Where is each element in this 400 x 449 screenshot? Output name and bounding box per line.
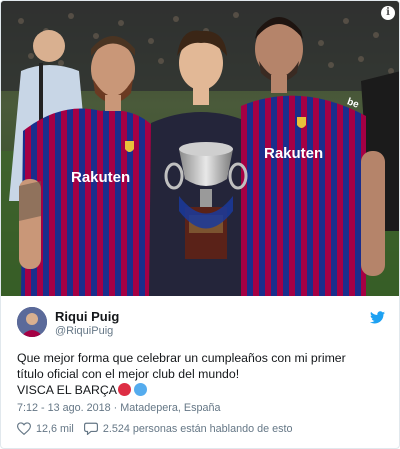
tweet-text: Que mejor forma que celebrar un cumpleañ… <box>17 350 389 398</box>
shirt-sponsor-suarez: Rakuten <box>264 145 324 162</box>
like-action[interactable]: 12,6 mil <box>17 422 74 435</box>
tweet-text-line: Que mejor forma que celebrar un cumpleañ… <box>17 351 346 365</box>
avatar[interactable] <box>17 307 47 337</box>
tweet-text-visca: VISCA EL BARÇA <box>17 383 118 397</box>
tweet-text-line: título oficial con el mejor club del mun… <box>17 367 240 381</box>
heart-icon <box>17 422 31 435</box>
author-name[interactable]: Riqui Puig <box>55 309 119 324</box>
twitter-bird-icon[interactable] <box>370 311 385 324</box>
avatar-image <box>17 307 47 337</box>
author-handle[interactable]: @RiquiPuig <box>55 325 113 337</box>
tweet-header: Riqui Puig @RiquiPuig <box>17 307 387 339</box>
speech-bubble-icon <box>83 422 98 435</box>
conversation-count: 2.524 personas están hablando de esto <box>102 422 293 435</box>
like-count: 12,6 mil <box>36 422 74 435</box>
tweet-card: Rakuten Rakuten be i Riqui Puig @RiquiPu… <box>0 0 400 449</box>
shirt-sponsor-messi: Rakuten <box>71 169 131 186</box>
photo-illustration <box>1 1 399 296</box>
red-circle-emoji <box>118 383 132 396</box>
blue-circle-emoji <box>134 383 148 396</box>
tweet-photo[interactable]: Rakuten Rakuten be i <box>1 1 399 296</box>
tweet-text-line: VISCA EL BARÇA <box>17 382 389 398</box>
tweet-actions: 12,6 mil 2.524 personas están hablando d… <box>17 422 303 435</box>
conversation-action[interactable]: 2.524 personas están hablando de esto <box>83 422 293 435</box>
tweet-timestamp-location[interactable]: 7:12 - 13 ago. 2018 · Matadepera, España <box>17 402 221 414</box>
info-icon[interactable]: i <box>381 6 395 20</box>
